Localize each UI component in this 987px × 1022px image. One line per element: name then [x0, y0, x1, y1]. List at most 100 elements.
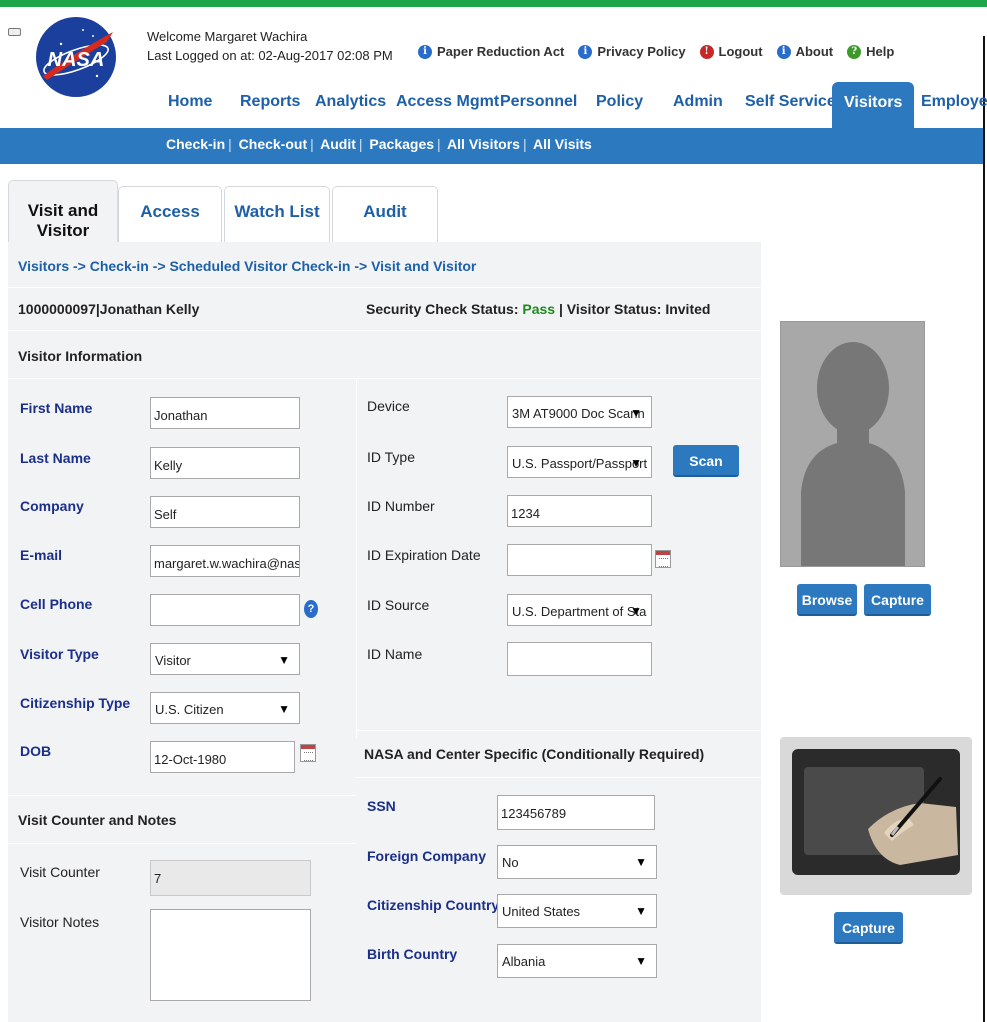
device-label: Device: [367, 398, 410, 414]
email-label: E-mail: [20, 547, 63, 563]
divider: [356, 777, 761, 778]
signature-pad-image: [780, 737, 972, 895]
visit-counter-label: Visit Counter: [20, 864, 100, 880]
id-type-value: U.S. Passport/Passport: [512, 456, 648, 471]
citizenship-country-select[interactable]: United States ▼: [497, 894, 657, 928]
first-name-label: First Name: [20, 400, 93, 416]
last-name-label: Last Name: [20, 450, 91, 466]
help-label: Help: [866, 44, 895, 59]
nav-self-service[interactable]: Self Service: [745, 93, 836, 111]
column-divider: [356, 378, 357, 738]
privacy-policy-label: Privacy Policy: [597, 44, 686, 59]
nasa-section-heading: NASA and Center Specific (Conditionally …: [364, 746, 705, 762]
divider: [356, 730, 761, 731]
info-icon: i: [418, 44, 432, 59]
tab-watch-list[interactable]: Watch List: [224, 186, 330, 242]
calendar-icon[interactable]: [655, 550, 671, 568]
citizenship-type-select[interactable]: U.S. Citizen ▼: [150, 692, 300, 724]
help-icon[interactable]: ?: [304, 600, 318, 618]
visitor-type-select[interactable]: Visitor ▼: [150, 643, 300, 675]
ssn-field[interactable]: 123456789: [497, 795, 655, 830]
help-icon: ?: [847, 44, 862, 59]
scan-button[interactable]: Scan: [673, 445, 739, 477]
visitor-type-label: Visitor Type: [20, 646, 99, 662]
email-field[interactable]: margaret.w.wachira@nasa.g: [150, 545, 300, 577]
last-logged-text: Last Logged on at: 02-Aug-2017 02:08 PM: [147, 48, 393, 63]
nav-visitors[interactable]: Visitors: [832, 82, 915, 128]
id-type-label: ID Type: [367, 449, 415, 465]
subnav-packages[interactable]: Packages: [369, 136, 434, 152]
paper-reduction-link[interactable]: i Paper Reduction Act: [418, 44, 564, 59]
device-value: 3M AT9000 Doc Scann: [512, 406, 645, 421]
chevron-down-icon: ▼: [630, 604, 642, 618]
tab-audit[interactable]: Audit: [332, 186, 438, 242]
foreign-company-label: Foreign Company: [367, 848, 487, 864]
subnav-all-visitors[interactable]: All Visitors: [447, 136, 520, 152]
visit-counter-field: 7: [150, 860, 311, 896]
chevron-down-icon: ▼: [635, 904, 647, 918]
sub-nav: Check-in | Check-out | Audit | Packages | Al…: [0, 128, 983, 164]
security-status-value: Pass: [522, 301, 556, 317]
security-status: Security Check Status: Pass | Visitor St…: [366, 301, 710, 317]
id-name-field[interactable]: [507, 642, 652, 676]
about-link[interactable]: i About: [776, 44, 834, 59]
citizenship-country-label: Citizenship Country: [367, 897, 500, 913]
about-label: About: [795, 44, 834, 59]
company-field[interactable]: Self: [150, 496, 300, 528]
subnav-check-in[interactable]: Check-in: [166, 136, 225, 152]
id-number-field[interactable]: 1234: [507, 495, 652, 527]
capture-photo-button[interactable]: Capture: [864, 584, 931, 616]
foreign-company-select[interactable]: No ▼: [497, 845, 657, 879]
top-links: i Paper Reduction Act i Privacy Policy ! Lo…: [418, 44, 894, 59]
window-edge: [983, 36, 985, 1022]
id-type-select[interactable]: U.S. Passport/Passport ▼: [507, 446, 652, 478]
calendar-icon[interactable]: [300, 744, 316, 762]
welcome-block: Welcome Margaret Wachira Last Logged on …: [147, 27, 393, 65]
nav-home[interactable]: Home: [168, 93, 212, 111]
nav-policy[interactable]: Policy: [596, 93, 643, 111]
dob-field[interactable]: 12-Oct-1980: [150, 741, 295, 773]
tab-visit-and-visitor[interactable]: Visit and Visitor: [8, 180, 118, 242]
visit-counter-heading: Visit Counter and Notes: [18, 812, 177, 828]
cell-phone-label: Cell Phone: [20, 596, 93, 612]
logout-link[interactable]: ! Logout: [699, 44, 763, 59]
nav-employer[interactable]: Employer: [921, 93, 987, 111]
subnav-all-visits[interactable]: All Visits: [533, 136, 592, 152]
nav-admin[interactable]: Admin: [673, 93, 723, 111]
top-accent-bar: [0, 0, 987, 7]
logout-label: Logout: [718, 44, 763, 59]
nav-access-mgmt[interactable]: Access Mgmt: [396, 93, 499, 111]
chevron-down-icon: ▼: [278, 702, 290, 716]
device-select[interactable]: 3M AT9000 Doc Scann ▼: [507, 396, 652, 428]
help-link[interactable]: ? Help: [847, 44, 894, 59]
visitor-notes-label: Visitor Notes: [20, 914, 100, 930]
nav-analytics[interactable]: Analytics: [315, 93, 386, 111]
id-expiration-field[interactable]: [507, 544, 652, 576]
subnav-audit[interactable]: Audit: [320, 136, 356, 152]
id-source-label: ID Source: [367, 597, 430, 613]
capture-signature-button[interactable]: Capture: [834, 912, 903, 944]
nasa-logo[interactable]: NASA: [33, 14, 119, 100]
id-source-select[interactable]: U.S. Department of Sta ▼: [507, 594, 652, 626]
birth-country-select[interactable]: Albania ▼: [497, 944, 657, 978]
nav-reports[interactable]: Reports: [240, 93, 300, 111]
chevron-down-icon: ▼: [635, 855, 647, 869]
foreign-company-value: No: [502, 855, 519, 870]
citizenship-type-value: U.S. Citizen: [155, 702, 224, 717]
minimize-icon[interactable]: [8, 28, 21, 36]
divider: [8, 330, 761, 331]
visitor-notes-textarea[interactable]: [150, 909, 311, 1001]
tab-access[interactable]: Access: [118, 186, 222, 242]
nav-personnel[interactable]: Personnel: [500, 93, 577, 111]
last-name-field[interactable]: Kelly: [150, 447, 300, 479]
logout-icon: !: [699, 44, 714, 59]
visitor-status: | Visitor Status: Invited: [558, 301, 711, 317]
id-expiration-label: ID Expiration Date: [367, 547, 481, 563]
cell-phone-field[interactable]: [150, 594, 300, 626]
company-label: Company: [20, 498, 84, 514]
browse-button[interactable]: Browse: [797, 584, 857, 616]
privacy-policy-link[interactable]: i Privacy Policy: [578, 44, 686, 59]
first-name-field[interactable]: Jonathan: [150, 397, 300, 429]
id-name-label: ID Name: [367, 646, 423, 662]
subnav-check-out[interactable]: Check-out: [239, 136, 307, 152]
